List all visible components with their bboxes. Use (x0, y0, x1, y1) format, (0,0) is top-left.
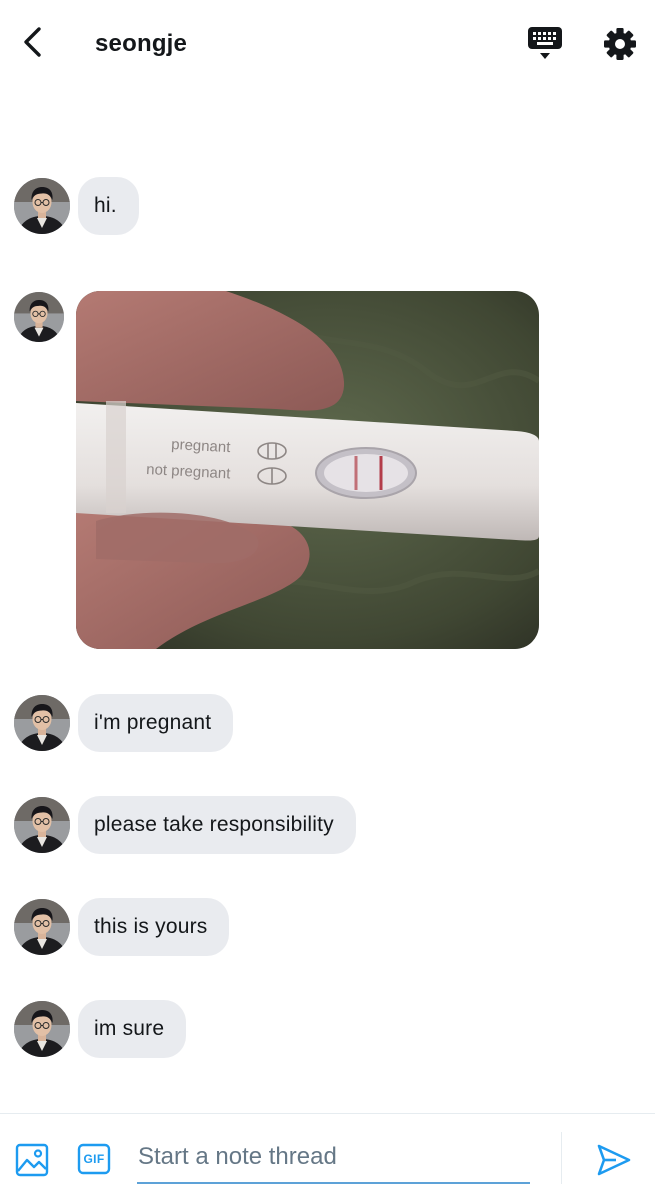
back-button[interactable] (14, 24, 50, 60)
message-bubble[interactable]: this is yours (78, 898, 230, 956)
send-button[interactable] (594, 1140, 634, 1180)
settings-button[interactable] (600, 24, 640, 64)
avatar[interactable] (14, 695, 70, 751)
message-row: please take responsibility (0, 796, 655, 856)
composer-divider (561, 1132, 562, 1184)
message-text: i'm pregnant (94, 711, 212, 734)
message-bubble[interactable]: i'm pregnant (78, 694, 234, 752)
add-gif-button[interactable]: GIF (77, 1143, 111, 1175)
message-row: this is yours (0, 898, 655, 958)
add-image-button[interactable] (14, 1142, 50, 1178)
image-icon (15, 1143, 49, 1177)
message-text: please take responsibility (94, 813, 334, 836)
conversation-header: seongje (0, 0, 655, 88)
chevron-left-icon (24, 27, 41, 57)
avatar[interactable] (14, 899, 70, 955)
message-row: hi. (0, 177, 655, 237)
avatar[interactable] (14, 1001, 70, 1057)
message-text: this is yours (94, 915, 208, 938)
message-text: im sure (94, 1017, 165, 1040)
svg-text:pregnant: pregnant (171, 436, 232, 456)
avatar[interactable] (14, 797, 70, 853)
keyboard-icon (528, 27, 562, 59)
message-bubble[interactable]: im sure (78, 1000, 187, 1058)
avatar[interactable] (14, 292, 64, 342)
conversation-title[interactable]: seongje (95, 30, 187, 58)
send-icon (597, 1144, 631, 1176)
message-image[interactable]: pregnant not pregnant (76, 291, 539, 649)
pregnancy-test-photo: pregnant not pregnant (76, 291, 539, 649)
keyboard-shortcuts-button[interactable] (524, 24, 566, 62)
message-composer: GIF (0, 1113, 655, 1200)
message-text: hi. (94, 194, 117, 217)
message-bubble[interactable]: please take responsibility (78, 796, 356, 854)
note-thread-input[interactable] (137, 1136, 530, 1184)
gif-label: GIF (83, 1152, 105, 1166)
message-row: i'm pregnant (0, 694, 655, 754)
gear-icon (604, 28, 636, 60)
avatar[interactable] (14, 178, 70, 234)
message-bubble[interactable]: hi. (78, 177, 139, 235)
message-row: im sure (0, 1000, 655, 1060)
